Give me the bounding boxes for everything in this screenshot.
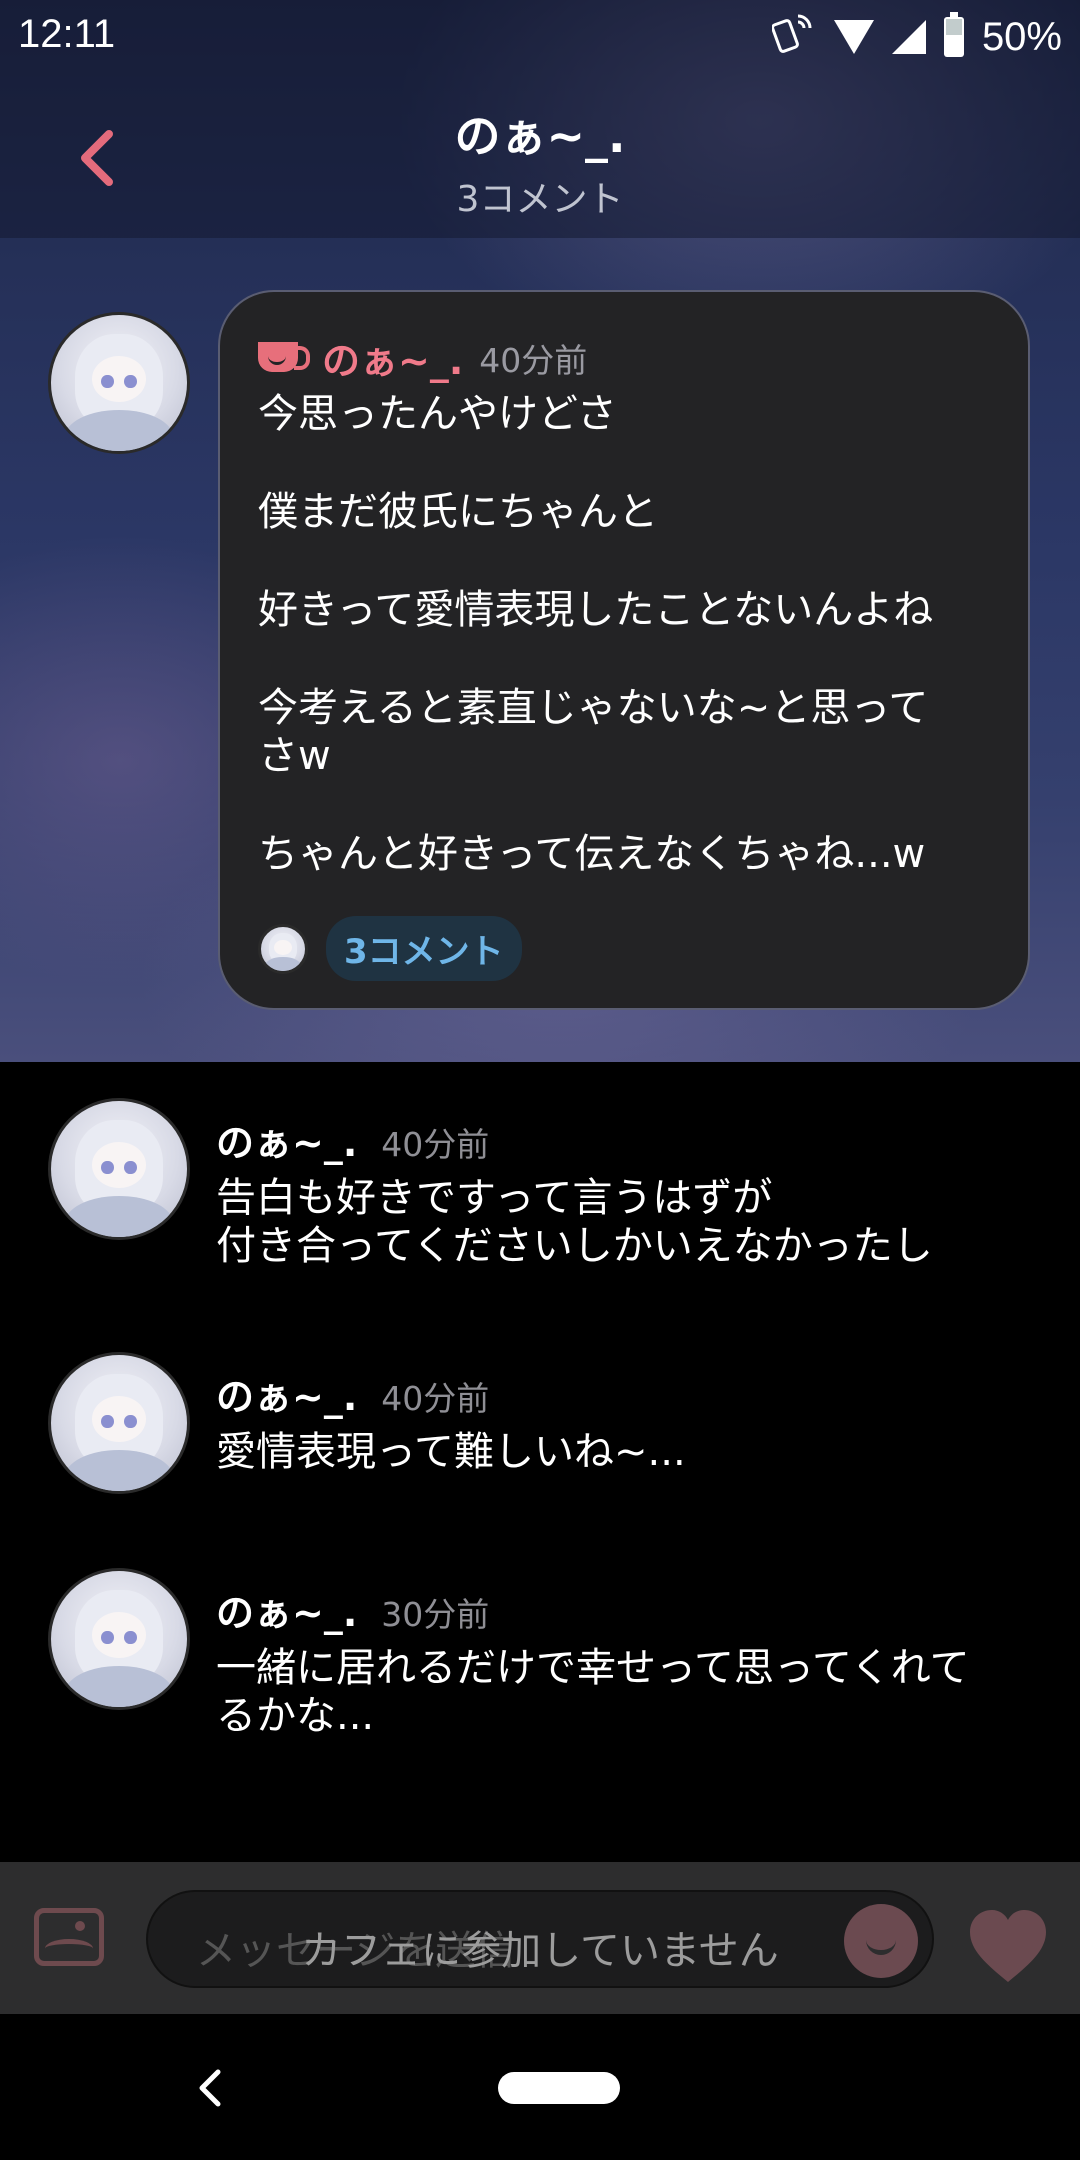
comment-text: 愛情表現って難しいね~... [216,1429,686,1475]
comment-avatar[interactable] [48,1098,190,1240]
post-body: 今思ったんやけどさ 僕まだ彼氏にちゃんと 好きって愛情表現したことないんよね 今… [258,390,998,928]
image-icon[interactable] [34,1908,104,1966]
message-input[interactable]: メッセージを送信 カフェに参加していません [146,1890,934,1988]
wifi-icon [833,20,874,54]
comment-avatar[interactable] [48,1352,190,1494]
comment-author[interactable]: のぁ~_. [216,1112,357,1167]
status-bar: 12:11 50% [0,0,1080,74]
signal-icon [891,20,926,54]
comment-avatar[interactable] [48,1568,190,1710]
post-author-avatar[interactable] [48,312,190,454]
post-header: のぁ~_. 40分前 [258,330,587,385]
coffee-cup-icon [258,338,312,378]
page-title: のぁ~_. [454,109,626,163]
comment-author[interactable]: のぁ~_. [216,1366,357,1421]
page-title-block: のぁ~_. 3コメント [0,100,1080,222]
status-icons: 50% [771,10,1062,64]
post-time: 40分前 [479,340,588,380]
post-paragraph: 好きって愛情表現したことないんよね [258,587,934,633]
not-joined-notice: カフェに参加していません [301,1928,779,1974]
heart-icon[interactable] [966,1906,1050,1986]
nav-back-icon[interactable] [190,2066,230,2110]
nfc-icon [771,10,816,64]
post-paragraph: 僕まだ彼氏にちゃんと [258,489,658,535]
nav-home-button[interactable] [498,2072,620,2104]
comment-header: のぁ~_. 40分前 [216,1112,489,1167]
post-author[interactable]: のぁ~_. [322,330,463,385]
post-paragraph: ちゃんと好きって伝えなくちゃね...w [258,831,926,877]
comment-author[interactable]: のぁ~_. [216,1582,357,1637]
comment-time: 40分前 [381,1125,490,1164]
commenter-avatar [258,923,308,974]
comment-time: 30分前 [381,1595,490,1634]
post-paragraph: 今考えると素直じゃないな~と思って さw [258,685,929,779]
post-footer: 3コメント [258,916,522,981]
page-subtitle: 3コメント [456,179,624,220]
battery-percent: 50% [981,14,1062,59]
comment-time: 40分前 [381,1379,490,1418]
post-paragraph: 今思ったんやけどさ [258,391,617,437]
comment-count-chip[interactable]: 3コメント [326,916,522,981]
emoji-icon[interactable] [844,1904,918,1978]
comment-text: 告白も好きですって言うはずが 付き合ってくださいしかいえなかったし [216,1175,933,1269]
comment-header: のぁ~_. 30分前 [216,1582,489,1637]
battery-icon [943,12,964,57]
message-input-bar: メッセージを送信 カフェに参加していません [0,1862,1080,2014]
comment-text: 一緒に居れるだけで幸せって思ってくれて るかな... [216,1645,970,1739]
comment-header: のぁ~_. 40分前 [216,1366,489,1421]
post-bubble: のぁ~_. 40分前 今思ったんやけどさ 僕まだ彼氏にちゃんと 好きって愛情表現… [218,290,1030,1010]
status-time: 12:11 [18,12,116,56]
